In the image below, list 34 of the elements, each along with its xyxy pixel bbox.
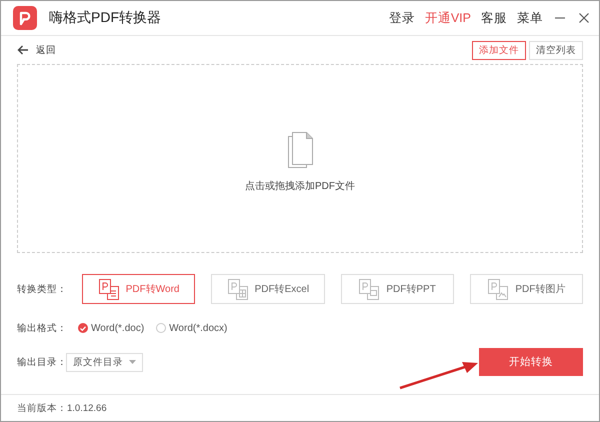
conversion-option[interactable]: PDF转图片 <box>470 274 583 304</box>
menu-item[interactable]: 菜单 <box>517 10 543 26</box>
menu-item[interactable]: 登录 <box>388 10 415 26</box>
conversion-option[interactable]: PDF转Word <box>82 274 196 304</box>
back-button[interactable]: 返回 <box>17 44 56 56</box>
app-title: 嗨格式PDF转换器 <box>49 9 161 27</box>
clear-list-button[interactable]: 清空列表 <box>529 40 583 60</box>
drop-hint: 点击或拖拽添加PDF文件 <box>245 180 355 193</box>
drop-zone[interactable]: 点击或拖拽添加PDF文件 <box>17 64 583 253</box>
file-type-icon <box>358 278 380 300</box>
output-directory-label: 输出目录： <box>17 356 66 368</box>
dropdown-caret-icon <box>129 360 136 364</box>
conversion-type-label: 转换类型： <box>17 282 66 296</box>
app-logo <box>13 6 37 30</box>
menu-item[interactable]: 开通VIP <box>424 10 471 26</box>
menu-item[interactable]: 客服 <box>481 10 507 26</box>
conversion-option[interactable]: PDF转PPT <box>340 274 454 304</box>
add-file-button[interactable]: 添加文件 <box>472 40 526 60</box>
format-option[interactable]: Word(*.docx) <box>156 322 228 334</box>
radio-button[interactable] <box>156 323 166 333</box>
documents-icon <box>285 130 315 170</box>
output-format-label: 输出格式： <box>17 322 66 334</box>
directory-dropdown[interactable]: 原文件目录 <box>66 352 143 372</box>
file-type-icon <box>98 278 120 300</box>
close-icon[interactable] <box>579 13 589 23</box>
file-type-icon <box>487 278 510 300</box>
format-option[interactable]: Word(*.doc) <box>78 322 144 334</box>
file-type-icon <box>226 278 249 300</box>
version-text: 当前版本：1.0.12.66 <box>17 402 107 414</box>
conversion-option[interactable]: PDF转Excel <box>211 274 324 304</box>
radio-button[interactable] <box>78 323 88 333</box>
back-arrow-icon <box>17 45 29 55</box>
start-conversion-button[interactable]: 开始转换 <box>479 348 583 376</box>
minimize-icon[interactable] <box>555 17 565 19</box>
